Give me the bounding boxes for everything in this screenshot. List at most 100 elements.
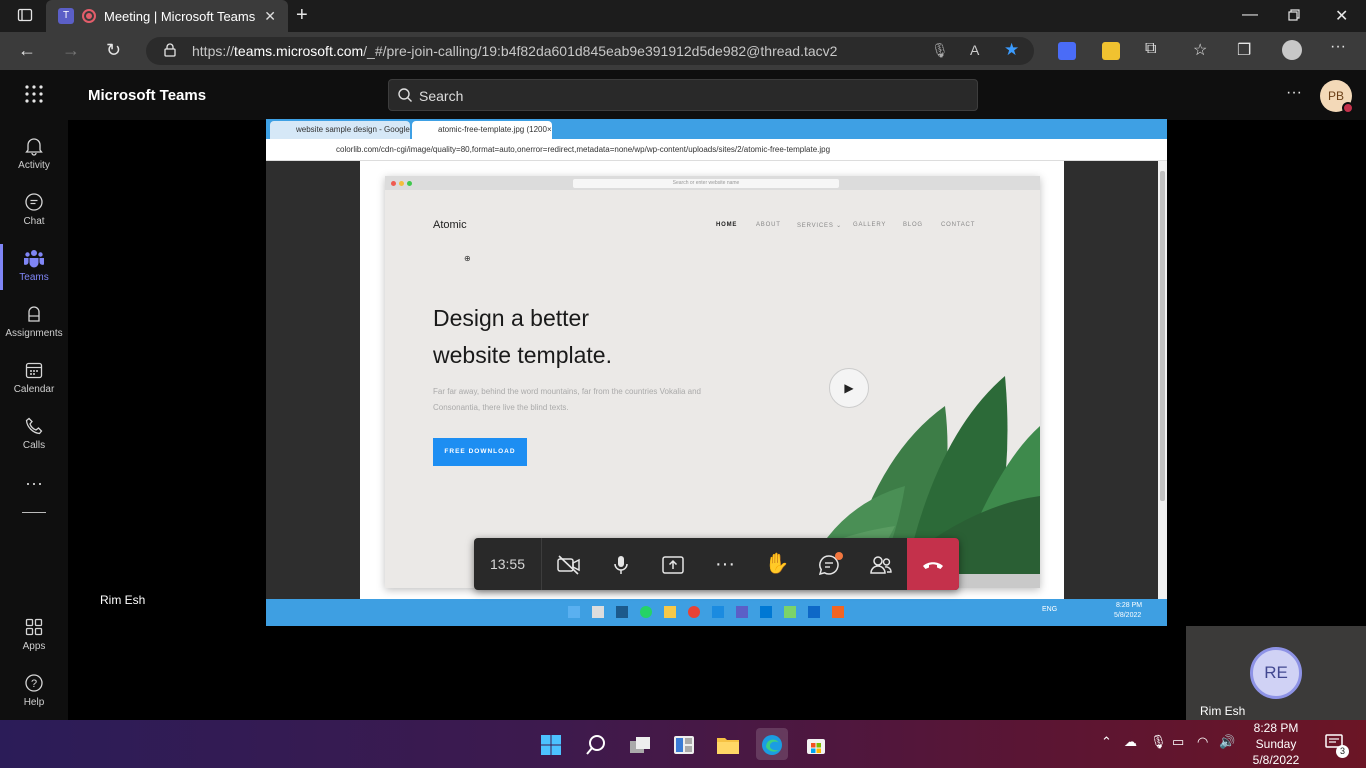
zoom-cursor-icon: ⊕ [464, 254, 471, 263]
address-bar[interactable]: https://teams.microsoft.com/_#/pre-join-… [146, 37, 1034, 65]
microphone-icon[interactable] [595, 538, 647, 590]
mock-dot-yellow [399, 181, 404, 186]
shared-scrollbar [1158, 161, 1167, 599]
user-avatar[interactable]: PB [1320, 80, 1354, 114]
shared-tray-time: 8:28 PM [1116, 602, 1143, 609]
forward-icon[interactable]: → [62, 40, 80, 61]
rail-label: Chat [23, 216, 45, 227]
chat-icon[interactable] [803, 538, 855, 590]
presenter-name: Rim Esh [100, 593, 146, 607]
restore-icon[interactable] [1288, 8, 1300, 26]
refresh-icon[interactable]: ↻ [106, 40, 121, 61]
store-icon[interactable] [800, 728, 832, 760]
mock-dot-red [391, 181, 396, 186]
profile-icon[interactable] [1282, 40, 1302, 60]
close-window-icon[interactable]: ✕ [1335, 6, 1348, 26]
search-icon[interactable] [580, 728, 612, 760]
mock-url-box: Search or enter website name [573, 179, 839, 188]
rail-item-activity[interactable]: Activity [0, 128, 68, 184]
minimize-icon[interactable]: — [1242, 6, 1258, 24]
help-icon: ? [23, 673, 45, 695]
volume-icon[interactable]: 🔊 [1219, 734, 1235, 750]
rail-item-help[interactable]: ? Help [0, 665, 68, 721]
start-icon[interactable] [535, 728, 567, 760]
lock-icon[interactable] [164, 43, 176, 62]
browser-menu-icon[interactable]: ··· [1330, 38, 1346, 56]
taskbar-day[interactable]: Sunday [1240, 737, 1312, 751]
microphone-tray-icon[interactable]: 🎙 [1150, 734, 1167, 750]
browser-tab-meeting[interactable]: T Meeting | Microsoft Teams ✕ [46, 0, 288, 32]
taskbar-date[interactable]: 5/8/2022 [1240, 753, 1312, 767]
raise-hand-icon[interactable]: ✋ [751, 538, 803, 590]
file-explorer-icon[interactable] [712, 728, 744, 760]
tab-title: Meeting | Microsoft Teams [104, 8, 256, 24]
site-nav-gallery: GALLERY [853, 222, 887, 228]
camera-off-icon[interactable] [543, 538, 595, 590]
rail-item-apps[interactable]: Apps [0, 609, 68, 665]
leave-call-button[interactable] [907, 538, 959, 590]
tab-actions-icon[interactable] [16, 7, 34, 25]
search-icon [397, 87, 413, 108]
collections-icon[interactable]: ❐ [1237, 40, 1251, 60]
task-view-icon[interactable] [624, 728, 656, 760]
meeting-timer: 13:55 [474, 538, 542, 590]
more-actions-icon[interactable]: ··· [699, 538, 751, 590]
taskbar-time[interactable]: 8:28 PM [1240, 721, 1312, 735]
shared-tab-2: atomic-free-template.jpg (1200× [412, 121, 552, 139]
onedrive-icon[interactable]: ☁ [1124, 734, 1137, 750]
mock-dot-green [407, 181, 412, 186]
rail-label: Activity [18, 160, 50, 171]
extension-2-icon[interactable] [1102, 42, 1120, 60]
favorites-icon[interactable]: ☆ [1193, 40, 1207, 60]
wifi-icon[interactable]: ◠ [1197, 734, 1208, 750]
more-icon: ··· [25, 473, 43, 493]
rail-item-chat[interactable]: Chat [0, 184, 68, 240]
site-nav-services: SERVICES ⌄ [797, 223, 842, 229]
widgets-icon[interactable] [668, 728, 700, 760]
app-launcher-icon[interactable] [24, 84, 44, 109]
mockup-browser-bar: Search or enter website name [385, 176, 1040, 190]
self-video-tile[interactable]: RE Rim Esh [1186, 626, 1366, 720]
favorite-star-icon[interactable]: ★ [1004, 40, 1019, 60]
hero-title: Design a better website template. [433, 305, 612, 368]
browser-tab-bar: T Meeting | Microsoft Teams ✕ + — ✕ [0, 0, 1366, 32]
hero-subtitle: Far far away, behind the word mountains,… [433, 387, 701, 412]
rail-label: Calls [22, 440, 46, 451]
show-hidden-icons-icon[interactable]: ⌃ [1101, 734, 1112, 750]
rail-label: Apps [22, 641, 46, 652]
new-tab-icon[interactable]: + [296, 4, 308, 27]
extension-1-icon[interactable] [1058, 42, 1076, 60]
settings-more-icon[interactable]: ··· [1286, 84, 1302, 102]
battery-icon[interactable]: ▭ [1172, 734, 1184, 750]
notification-count-badge: 3 [1336, 745, 1349, 758]
microphone-icon[interactable]: 🎙 [931, 42, 949, 59]
shared-tab-1: website sample design - Google [270, 121, 410, 139]
rail-item-teams[interactable]: Teams [0, 240, 68, 296]
shared-address-bar: colorlib.com/cdn-cgi/image/quality=80,fo… [266, 139, 1167, 161]
chat-icon [23, 192, 45, 214]
recording-icon [82, 9, 96, 23]
rail-item-assignments[interactable]: Assignments [0, 296, 68, 352]
rail-label: Calendar [13, 384, 55, 395]
edge-browser-icon[interactable] [756, 728, 788, 760]
site-nav-contact: CONTACT [941, 222, 976, 228]
site-nav-blog: BLOG [903, 222, 923, 228]
shared-tray-date: 5/8/2022 [1114, 612, 1142, 619]
rail-item-calls[interactable]: Calls [0, 408, 68, 464]
meeting-controls-bar: 13:55 ··· ✋ [474, 538, 959, 590]
svg-text:?: ? [31, 678, 37, 690]
hang-up-icon [923, 561, 943, 569]
back-icon[interactable]: ← [18, 40, 36, 61]
read-aloud-icon[interactable]: A [970, 42, 979, 58]
template-preview: Search or enter website name Atomic HOME… [385, 176, 1040, 588]
share-screen-icon[interactable] [647, 538, 699, 590]
free-download-button: FREE DOWNLOAD [433, 438, 527, 466]
search-input[interactable]: Search [388, 79, 978, 111]
close-tab-icon[interactable]: ✕ [264, 8, 276, 25]
rail-divider [22, 512, 46, 513]
participants-icon[interactable] [855, 538, 907, 590]
extensions-icon[interactable]: ⧉ [1145, 40, 1156, 58]
apps-icon [23, 617, 45, 639]
rail-item-calendar[interactable]: Calendar [0, 352, 68, 408]
rail-label: Teams [19, 272, 49, 283]
